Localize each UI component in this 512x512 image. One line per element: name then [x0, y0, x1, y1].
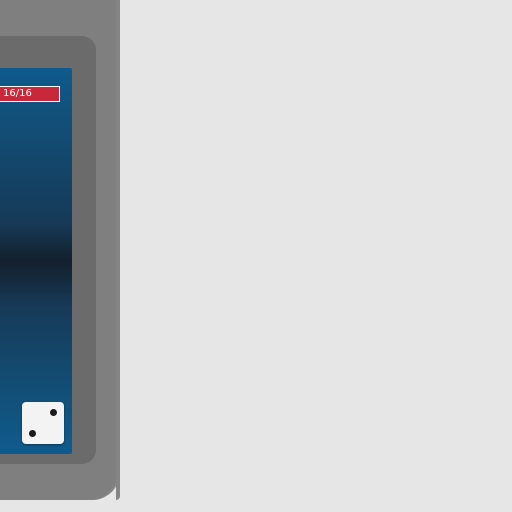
die-pip: [50, 409, 57, 416]
playing-card[interactable]: [0, 68, 72, 454]
die-two-icon[interactable]: [22, 402, 64, 444]
card-stat-bar: 16/16: [0, 86, 60, 102]
die-pip: [29, 430, 36, 437]
game-board: 16/16: [0, 0, 512, 512]
